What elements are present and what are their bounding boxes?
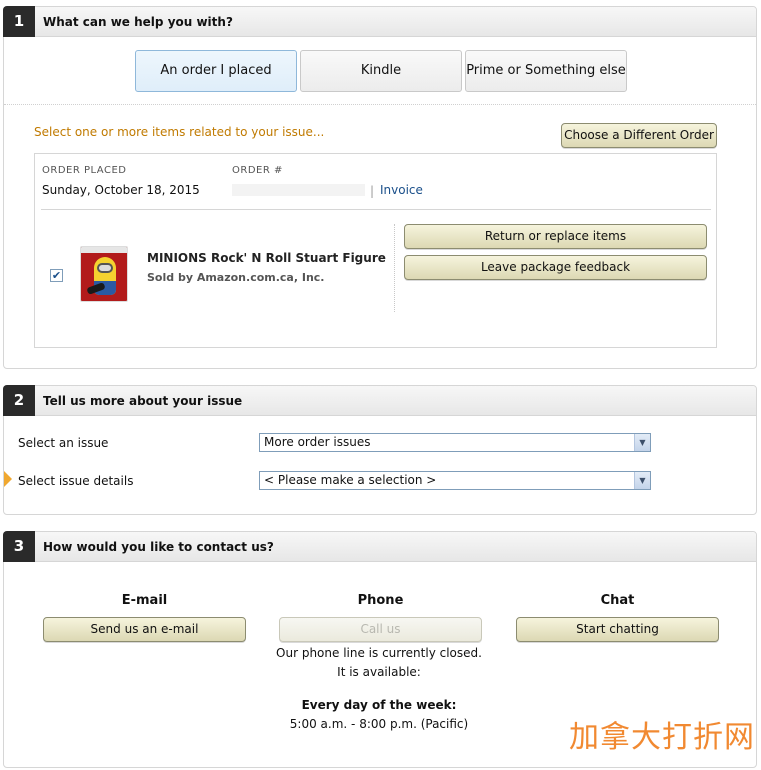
- issue-select-value: More order issues: [264, 435, 371, 449]
- section-3-header: 3 How would you like to contact us?: [3, 531, 756, 562]
- step-number-2: 2: [3, 385, 35, 416]
- product-seller: Sold by Amazon.com.ca, Inc.: [147, 271, 325, 284]
- chevron-down-icon[interactable]: ▼: [634, 472, 650, 489]
- item-checkbox[interactable]: ✔: [50, 269, 63, 282]
- order-number-redacted: [232, 184, 365, 196]
- section-1-header: 1 What can we help you with?: [3, 6, 756, 37]
- current-step-arrow-icon: [4, 471, 12, 487]
- vertical-divider: [394, 224, 395, 312]
- watermark-logo: 加拿大打折网: [569, 720, 755, 755]
- select-issue-label: Select an issue: [18, 436, 109, 450]
- details-select-value: < Please make a selection >: [264, 473, 437, 487]
- order-card: ORDER PLACED Sunday, October 18, 2015 OR…: [34, 153, 717, 348]
- invoice-link[interactable]: Invoice: [380, 183, 423, 197]
- details-select[interactable]: < Please make a selection > ▼: [259, 471, 651, 490]
- order-placed-label: ORDER PLACED: [42, 165, 127, 176]
- section-tell-us-more: 2 Tell us more about your issue Select a…: [3, 385, 757, 515]
- order-divider: [41, 209, 711, 210]
- phone-title: Phone: [357, 593, 404, 608]
- send-email-button[interactable]: Send us an e-mail: [43, 617, 246, 642]
- section-1-title: What can we help you with?: [43, 15, 233, 29]
- divider: [4, 104, 756, 105]
- tab-prime-or-else[interactable]: Prime or Something else: [465, 50, 627, 92]
- separator: |: [370, 184, 375, 198]
- step-number-1: 1: [3, 6, 35, 37]
- step-number-3: 3: [3, 531, 35, 562]
- return-replace-button[interactable]: Return or replace items: [404, 224, 707, 249]
- order-number-label: ORDER #: [232, 165, 283, 176]
- order-placed-date: Sunday, October 18, 2015: [42, 183, 200, 197]
- email-title: E-mail: [121, 593, 168, 608]
- product-image: [80, 246, 128, 302]
- chevron-down-icon[interactable]: ▼: [634, 434, 650, 451]
- phone-hours: 5:00 a.m. - 8:00 p.m. (Pacific): [289, 717, 469, 731]
- tab-order-placed[interactable]: An order I placed: [135, 50, 297, 92]
- section-what-can-we-help: 1 What can we help you with? An order I …: [3, 6, 757, 369]
- choose-different-order-button[interactable]: Choose a Different Order: [561, 123, 717, 148]
- leave-feedback-button[interactable]: Leave package feedback: [404, 255, 707, 280]
- section-2-title: Tell us more about your issue: [43, 394, 243, 408]
- call-us-button[interactable]: Call us: [279, 617, 482, 642]
- section-2-header: 2 Tell us more about your issue: [3, 385, 756, 416]
- phone-closed-note: Our phone line is currently closed. It i…: [276, 646, 482, 679]
- section-3-title: How would you like to contact us?: [43, 540, 274, 554]
- select-items-hint: Select one or more items related to your…: [34, 125, 325, 139]
- product-name: MINIONS Rock' N Roll Stuart Figure: [147, 251, 386, 265]
- issue-select[interactable]: More order issues ▼: [259, 433, 651, 452]
- select-details-label: Select issue details: [18, 474, 134, 488]
- phone-hours-title: Every day of the week:: [301, 698, 457, 712]
- start-chat-button[interactable]: Start chatting: [516, 617, 719, 642]
- tab-kindle[interactable]: Kindle: [300, 50, 462, 92]
- phone-availability: Our phone line is currently closed. It i…: [274, 644, 484, 734]
- chat-title: Chat: [600, 593, 635, 608]
